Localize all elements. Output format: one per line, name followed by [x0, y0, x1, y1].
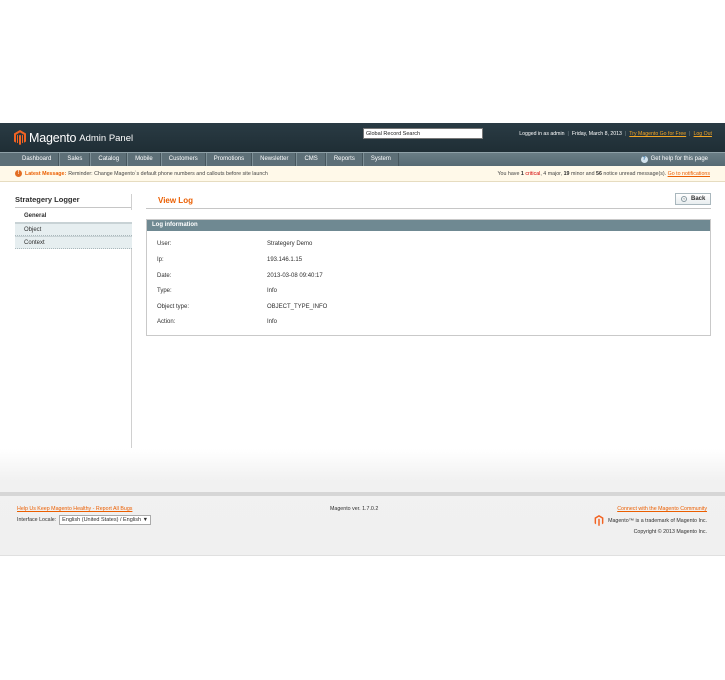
major-count: , 4 major, [540, 171, 564, 177]
unread-messages-summary: You have 1 critical, 4 major, 19 minor a… [498, 171, 711, 177]
field-label: Action: [157, 319, 176, 325]
field-label: Object type: [157, 304, 190, 310]
nav-item-mobile[interactable]: Mobile [127, 153, 161, 166]
summary-prefix: You have [497, 171, 520, 177]
main-navigation: Dashboard Sales Catalog Mobile Customers… [0, 152, 725, 166]
try-magento-go-link[interactable]: Try Magento Go for Free [629, 131, 686, 137]
back-button-label: Back [691, 196, 706, 202]
notification-bar: ! Latest Message: Reminder: Change Magen… [0, 166, 725, 182]
locale-value: English (United States) / English [62, 517, 142, 523]
log-information-box: Log information User: Strategery Demo Ip… [146, 219, 711, 336]
locale-row: Interface Locale: English (United States… [17, 515, 152, 525]
nav-item-promotions[interactable]: Promotions [205, 153, 253, 166]
help-link[interactable]: ? Get help for this page [640, 153, 708, 166]
chevron-down-icon: ▼ [142, 517, 149, 523]
nav-item-cms[interactable]: CMS [296, 153, 326, 166]
locale-label: Interface Locale: [17, 517, 57, 523]
nav-item-newsletter[interactable]: Newsletter [252, 153, 297, 166]
sidebar-divider [15, 207, 132, 208]
field-value: Info [267, 319, 278, 325]
title-divider [146, 208, 711, 209]
magento-version: Magento ver. 1.7.0.2 [330, 506, 379, 512]
field-label: User: [157, 241, 172, 247]
back-arrow-icon: ‹ [681, 196, 687, 202]
nav-item-catalog[interactable]: Catalog [90, 153, 128, 166]
latest-message-text: Reminder: Change Magento`s default phone… [68, 170, 268, 177]
warning-icon: ! [15, 170, 22, 177]
nav-item-dashboard[interactable]: Dashboard [0, 153, 60, 166]
nav-menu: Dashboard Sales Catalog Mobile Customers… [0, 153, 399, 166]
go-to-notifications-link[interactable]: Go to notifications [668, 171, 710, 177]
header-user-links: Logged in as admin | Friday, March 8, 2013… [519, 131, 712, 137]
nav-item-system[interactable]: System [362, 153, 399, 166]
magento-logo[interactable]: Magento Admin Panel [14, 129, 133, 146]
sidebar-tabs: General Object Context [15, 210, 132, 249]
help-link-label: Get help for this page [650, 156, 708, 162]
nav-item-customers[interactable]: Customers [160, 153, 206, 166]
nav-item-reports[interactable]: Reports [325, 153, 363, 166]
field-label: Date: [157, 273, 172, 279]
trademark-row: Magento™ is a trademark of Magento Inc. [594, 515, 707, 526]
logout-link[interactable]: Log Out [694, 131, 712, 137]
global-search-input[interactable]: Global Record Search [363, 128, 483, 139]
latest-message-label: Latest Message: [25, 170, 67, 177]
back-button[interactable]: ‹ Back [675, 193, 711, 205]
magento-small-logo-icon [594, 515, 604, 526]
nav-item-sales[interactable]: Sales [59, 153, 91, 166]
page-title: View Log [158, 196, 193, 205]
notice-label: notice unread message(s). [601, 171, 667, 177]
tab-object[interactable]: Object [15, 223, 132, 236]
community-link[interactable]: Connect with the Magento Community [594, 506, 707, 512]
footer-right: Connect with the Magento Community Magen… [594, 506, 707, 535]
field-value: Info [267, 288, 278, 294]
latest-message: ! Latest Message: Reminder: Change Magen… [15, 170, 268, 177]
critical-count: 1 [520, 171, 524, 177]
locale-select[interactable]: English (United States) / English ▼ [59, 515, 152, 525]
magento-logo-icon [14, 130, 26, 145]
field-value: 193.146.1.15 [267, 257, 303, 263]
critical-label: critical [525, 171, 541, 177]
tab-context[interactable]: Context [15, 236, 132, 249]
field-label: Ip: [157, 257, 164, 263]
copyright-text: Copyright © 2013 Magento Inc. [633, 529, 707, 535]
field-value: OBJECT_TYPE_INFO [267, 304, 328, 310]
field-label: Type: [157, 288, 172, 294]
separator: | [624, 131, 627, 137]
minor-label: minor and [569, 171, 597, 177]
field-value: 2013-03-08 09:40:17 [267, 273, 323, 279]
logo-wordmark: Magento [29, 130, 77, 145]
current-date: Friday, March 8, 2013 [571, 131, 622, 137]
footer [0, 449, 725, 556]
tab-general[interactable]: General [15, 210, 132, 223]
footer-divider [0, 492, 725, 496]
logged-in-text: Logged in as admin [519, 131, 565, 137]
separator: | [689, 131, 691, 137]
separator: | [567, 131, 569, 137]
report-bugs-link[interactable]: Help Us Keep Magento Healthy - Report Al… [17, 506, 151, 512]
help-icon: ? [640, 156, 648, 163]
footer-left: Help Us Keep Magento Healthy - Report Al… [17, 506, 152, 525]
logo-subtitle: Admin Panel [79, 133, 134, 144]
trademark-text: Magento™ is a trademark of Magento Inc. [608, 517, 707, 524]
sidebar-title: Strategery Logger [15, 195, 80, 204]
box-header: Log information [147, 220, 710, 231]
field-value: Strategery Demo [267, 241, 313, 247]
